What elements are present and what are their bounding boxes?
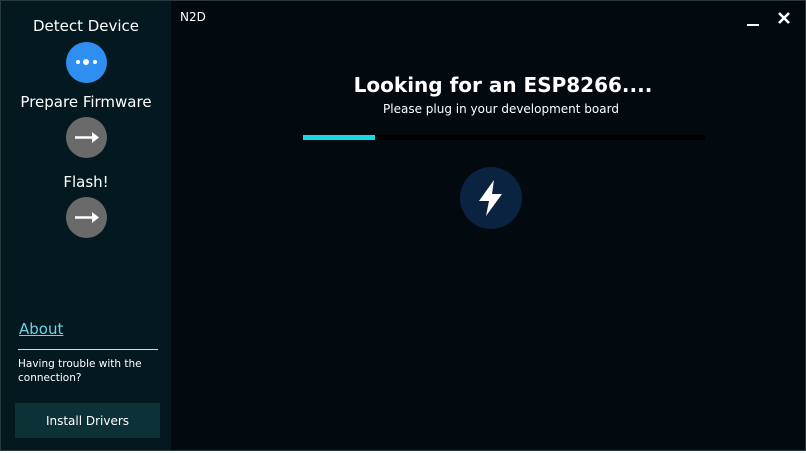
install-drivers-button[interactable]: Install Drivers: [15, 403, 160, 438]
step-label: Prepare Firmware: [20, 93, 152, 111]
step-prepare-firmware: Prepare Firmware: [1, 93, 171, 158]
status-headline: Looking for an ESP8266....: [353, 73, 653, 97]
progress-bar: [303, 135, 705, 140]
lightning-bolt-icon: [460, 167, 522, 229]
trouble-text: Having trouble with the connection?: [18, 358, 142, 384]
app-title: N2D: [180, 10, 206, 24]
close-icon[interactable]: [777, 10, 791, 24]
about-link[interactable]: About: [19, 320, 63, 338]
arrow-right-icon: [65, 117, 107, 158]
dots-icon: [65, 42, 107, 83]
step-label: Flash!: [63, 173, 109, 191]
step-flash: Flash!: [1, 173, 171, 238]
sidebar: Detect Device Prepare Firmware Flash! Ab…: [1, 1, 171, 450]
status-subline: Please plug in your development board: [383, 102, 619, 116]
arrow-right-icon: [65, 197, 107, 238]
sidebar-divider: [18, 349, 158, 350]
minimize-icon[interactable]: [746, 9, 760, 26]
step-label: Detect Device: [32, 17, 140, 35]
progress-bar-fill: [303, 135, 376, 140]
app-window: Detect Device Prepare Firmware Flash! Ab…: [0, 0, 806, 451]
step-detect-device: Detect Device: [1, 17, 171, 83]
